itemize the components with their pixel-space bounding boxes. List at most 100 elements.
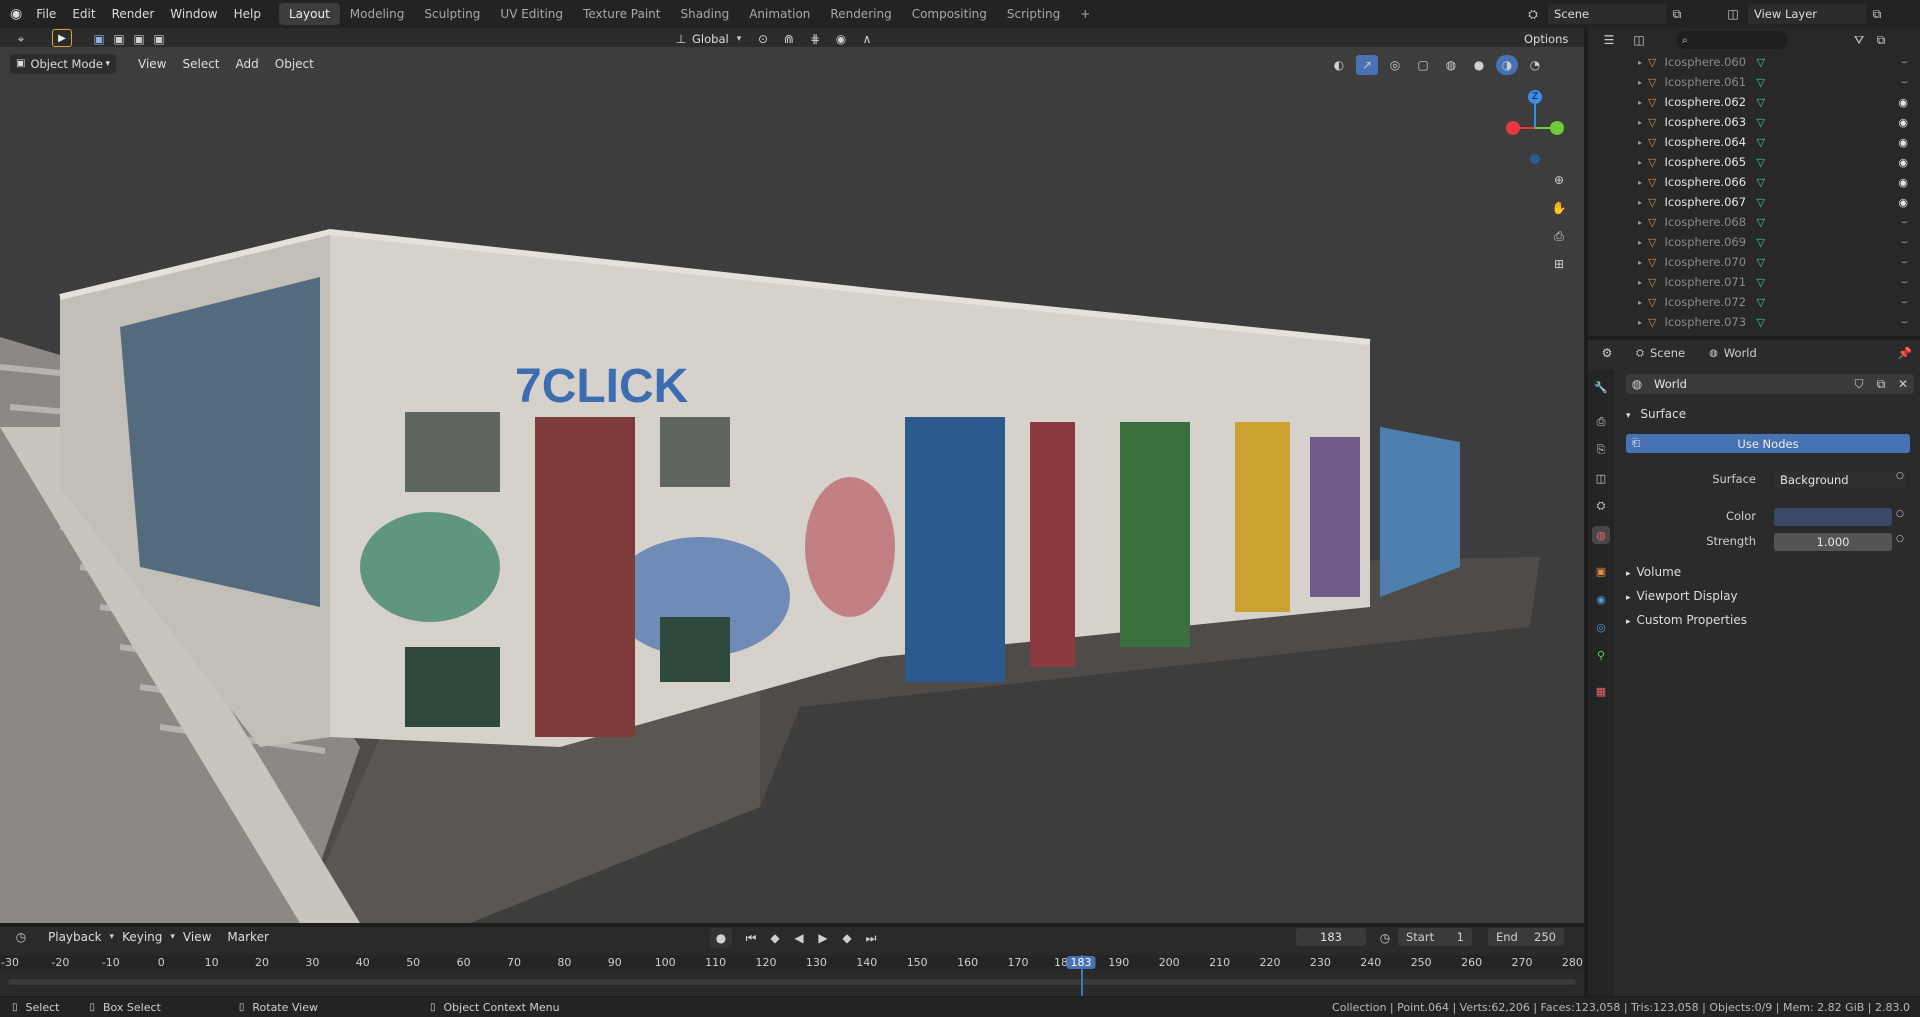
scene-name[interactable]: Scene xyxy=(1548,4,1666,24)
panel-header-custom-properties[interactable]: ▸ Custom Properties xyxy=(1626,613,1747,627)
mode-selector[interactable]: ▣ Object Mode ▾ xyxy=(10,54,116,74)
close-icon[interactable]: ✕ xyxy=(1892,374,1914,394)
new-scene-icon[interactable]: ⧉ xyxy=(1666,4,1688,24)
outliner-row[interactable]: ▸ ▽ Icosphere.070 ▽ ⌣ xyxy=(1588,252,1920,272)
editor-type-button[interactable]: ⌖ xyxy=(10,29,32,49)
outliner-item-name[interactable]: Icosphere.071 xyxy=(1664,275,1756,289)
eye-open-icon[interactable]: ◉ xyxy=(1898,156,1908,169)
timeline-editor-icon[interactable]: ◷ xyxy=(10,927,32,947)
camera-icon[interactable]: ⎙ xyxy=(1548,226,1570,246)
expand-arrow-icon[interactable]: ▸ xyxy=(1638,298,1642,307)
menu-render[interactable]: Render xyxy=(104,0,163,28)
workspace-tab-scripting[interactable]: Scripting xyxy=(997,3,1070,25)
timeline-menu-playback[interactable]: Playback xyxy=(40,930,110,944)
outliner-item-name[interactable]: Icosphere.061 xyxy=(1664,75,1756,89)
expand-arrow-icon[interactable]: ▸ xyxy=(1638,78,1642,87)
jump-end-icon[interactable]: ⏭ xyxy=(860,928,882,948)
physics-tab-icon[interactable]: ◎ xyxy=(1592,618,1610,636)
world-tab-icon[interactable]: ◍ xyxy=(1592,526,1610,544)
outliner-row[interactable]: ▸ ▽ Icosphere.060 ▽ ⌣ xyxy=(1588,52,1920,72)
workspace-tab-texture-paint[interactable]: Texture Paint xyxy=(573,3,670,25)
y-axis-handle[interactable] xyxy=(1550,121,1564,135)
x-axis-handle[interactable] xyxy=(1506,121,1520,135)
outliner-item-name[interactable]: Icosphere.062 xyxy=(1664,95,1756,109)
outliner-item-name[interactable]: Icosphere.072 xyxy=(1664,295,1756,309)
viewport-menu-add[interactable]: Add xyxy=(228,57,267,71)
view-layer-name[interactable]: View Layer xyxy=(1748,4,1866,24)
new-collection-icon[interactable]: ⧉ xyxy=(1870,30,1892,50)
workspace-tab-sculpting[interactable]: Sculpting xyxy=(414,3,490,25)
viewport-menu-select[interactable]: Select xyxy=(174,57,227,71)
outliner-editor-icon[interactable]: ☰ xyxy=(1598,30,1620,50)
snapping-controls[interactable]: ⊙ ⋒ ⋕ ◉ ∧ xyxy=(752,29,878,49)
outliner-item-name[interactable]: Icosphere.063 xyxy=(1664,115,1756,129)
expand-arrow-icon[interactable]: ▸ xyxy=(1638,138,1642,147)
outliner-row[interactable]: ▸ ▽ Icosphere.066 ▽ ◉ xyxy=(1588,172,1920,192)
strength-field[interactable]: 1.000 xyxy=(1774,533,1892,551)
outliner-search[interactable]: ⌕ xyxy=(1676,31,1788,49)
outliner-row[interactable]: ▸ ▽ Icosphere.072 ▽ ⌣ xyxy=(1588,292,1920,312)
menu-window[interactable]: Window xyxy=(162,0,225,28)
neg-z-axis-handle[interactable] xyxy=(1530,154,1540,164)
expand-arrow-icon[interactable]: ▸ xyxy=(1638,118,1642,127)
outliner-row[interactable]: ▸ ▽ Icosphere.073 ▽ ⌣ xyxy=(1588,312,1920,332)
visibility-icon[interactable]: ◐ xyxy=(1328,55,1350,75)
texture-tab-icon[interactable]: ▦ xyxy=(1592,682,1610,700)
viewport-display-controls[interactable]: ◐ ↗ ◎ ▢ ◍ ● ◑ ◔ xyxy=(1328,55,1546,75)
zoom-icon[interactable]: ⊕ xyxy=(1548,170,1570,190)
expand-arrow-icon[interactable]: ▸ xyxy=(1638,318,1642,327)
color-swatch[interactable] xyxy=(1774,508,1892,526)
menu-edit[interactable]: Edit xyxy=(64,0,103,28)
menu-help[interactable]: Help xyxy=(226,0,269,28)
eye-closed-icon[interactable]: ⌣ xyxy=(1901,55,1908,69)
z-axis-handle[interactable]: Z xyxy=(1528,90,1542,104)
pivot-icon[interactable]: ⊙ xyxy=(752,29,774,49)
select-mode-buttons[interactable]: ▣ ▣ ▣ ▣ xyxy=(90,29,168,49)
tool-tab-icon[interactable]: 🔧 xyxy=(1592,378,1610,396)
object-tab-icon[interactable]: ▣ xyxy=(1592,562,1610,580)
properties-editor-icon[interactable]: ⚙ xyxy=(1596,343,1618,363)
eye-open-icon[interactable]: ◉ xyxy=(1898,116,1908,129)
xray-icon[interactable]: ▢ xyxy=(1412,55,1434,75)
eye-open-icon[interactable]: ◉ xyxy=(1898,96,1908,109)
output-tab-icon[interactable]: ⎘ xyxy=(1592,441,1610,459)
use-nodes-button[interactable]: ⎗ Use Nodes xyxy=(1626,434,1910,453)
breadcrumb-world[interactable]: World xyxy=(1724,346,1757,360)
next-keyframe-icon[interactable]: ◆ xyxy=(836,928,858,948)
expand-arrow-icon[interactable]: ▸ xyxy=(1638,158,1642,167)
expand-arrow-icon[interactable]: ▸ xyxy=(1638,278,1642,287)
duplicate-icon[interactable]: ⧉ xyxy=(1870,374,1892,394)
outliner-item-name[interactable]: Icosphere.067 xyxy=(1664,195,1756,209)
pin-icon[interactable]: 📌 xyxy=(1898,346,1912,360)
world-browse-icon[interactable]: ◍ xyxy=(1626,374,1648,394)
select-intersect-icon[interactable]: ▣ xyxy=(150,29,168,49)
link-dot-icon[interactable]: ○ xyxy=(1896,509,1904,519)
play-reverse-icon[interactable]: ◀ xyxy=(788,928,810,948)
outliner-item-name[interactable]: Icosphere.064 xyxy=(1664,135,1756,149)
navigation-gizmo[interactable]: Z xyxy=(1505,86,1575,166)
outliner-search-input[interactable] xyxy=(1691,34,1782,46)
modifier-tab-icon[interactable]: ◉ xyxy=(1592,590,1610,608)
hand-pan-icon[interactable]: ✋ xyxy=(1548,198,1570,218)
eye-closed-icon[interactable]: ⌣ xyxy=(1901,215,1908,229)
filter-icon[interactable]: ⛛ xyxy=(1848,30,1870,50)
start-frame-field[interactable]: Start 1 xyxy=(1398,928,1472,946)
jump-start-icon[interactable]: ⏮ xyxy=(740,928,762,948)
surface-panel-header[interactable]: ▾ Surface xyxy=(1626,407,1686,421)
expand-arrow-icon[interactable]: ▸ xyxy=(1638,178,1642,187)
panel-header-viewport-display[interactable]: ▸ Viewport Display xyxy=(1626,589,1738,603)
outliner-row[interactable]: ▸ ▽ Icosphere.065 ▽ ◉ xyxy=(1588,152,1920,172)
grid-perspective-icon[interactable]: ⊞ xyxy=(1548,254,1570,274)
select-extend-icon[interactable]: ▣ xyxy=(110,29,128,49)
record-icon[interactable]: ● xyxy=(710,928,732,948)
world-datablock[interactable]: ◍ World ⛉ ⧉ ✕ xyxy=(1626,374,1914,394)
workspace-tab-modeling[interactable]: Modeling xyxy=(340,3,415,25)
play-icon[interactable]: ▶ xyxy=(812,928,834,948)
render-tab-icon[interactable]: ⎙ xyxy=(1592,413,1610,431)
expand-arrow-icon[interactable]: ▸ xyxy=(1638,58,1642,67)
timeline-menu-marker[interactable]: Marker xyxy=(219,930,276,944)
eye-closed-icon[interactable]: ⌣ xyxy=(1901,275,1908,289)
view-layer-tab-icon[interactable]: ◫ xyxy=(1592,469,1610,487)
add-workspace-button[interactable]: + xyxy=(1070,3,1100,25)
outliner-item-name[interactable]: Icosphere.073 xyxy=(1664,315,1756,329)
